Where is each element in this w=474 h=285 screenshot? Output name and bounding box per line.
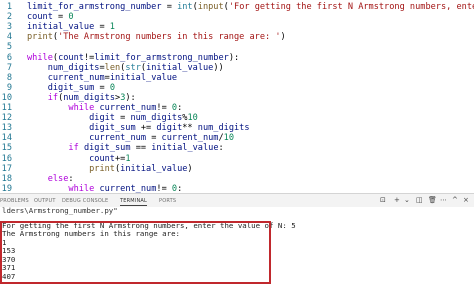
close-icon[interactable]: × [463,196,469,204]
tab-ports[interactable]: PORTS [159,198,176,204]
split-terminal-icon[interactable]: ◫ [416,196,423,204]
add-terminal-icon[interactable]: + [394,196,400,204]
code-editor[interactable]: 1 limit_for_armstrong_number = int(input(… [0,0,474,193]
highlight-box [0,221,271,284]
python-terminal-icon[interactable]: ⊡ [380,196,386,204]
tab-problems[interactable]: PROBLEMS [0,198,29,204]
trash-icon[interactable]: 🗑 [428,196,437,204]
tab-terminal[interactable]: TERMINAL [120,198,148,206]
more-icon[interactable]: ⋯ [440,196,447,204]
tab-output[interactable]: OUTPUT [34,198,56,204]
maximize-icon[interactable]: ^ [452,196,458,204]
terminal-path-line: lders\Armstrong_number.py" [2,206,118,215]
line-number: 19 [1,183,12,193]
code-line[interactable]: 19 while current_num!= 0: [0,184,474,193]
chevron-down-icon[interactable]: ⌄ [404,196,410,204]
tab-debug-console[interactable]: DEBUG CONSOLE [62,198,108,204]
panel-tab-bar: PROBLEMS OUTPUT DEBUG CONSOLE TERMINAL P… [0,193,474,207]
code-text: while current_num!= 0: [68,183,183,193]
